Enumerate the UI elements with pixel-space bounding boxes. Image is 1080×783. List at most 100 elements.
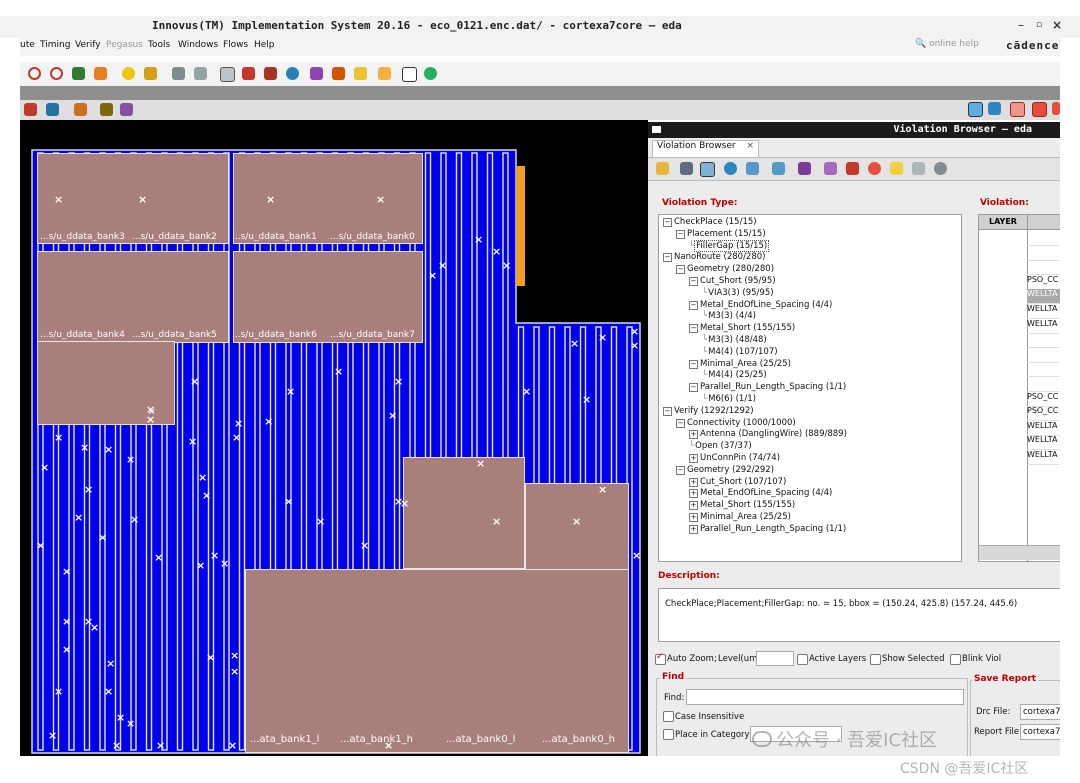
mode-icon[interactable] xyxy=(24,103,37,116)
collapse-icon[interactable]: − xyxy=(676,229,685,239)
search-input[interactable]: online help xyxy=(929,39,979,49)
menu-execute[interactable]: ute xyxy=(20,40,35,50)
report-file-input[interactable]: cortexa7 xyxy=(1020,724,1060,740)
cell-ddata-bank4[interactable] xyxy=(37,251,229,343)
collapse-icon[interactable]: − xyxy=(689,277,698,286)
warning-icon[interactable] xyxy=(890,162,903,175)
move-icon[interactable] xyxy=(74,103,87,116)
violation-marker[interactable]: × xyxy=(220,558,229,569)
violation-marker[interactable]: × xyxy=(112,740,121,751)
violation-marker[interactable]: × xyxy=(376,194,385,205)
menu-verify[interactable]: Verify xyxy=(75,40,101,50)
tree-node[interactable]: └M3(3) (48/48) xyxy=(702,335,767,345)
violation-marker[interactable]: × xyxy=(104,444,113,455)
violation-type-tree[interactable]: − CheckPlace (15/15) − Placement (15/15) └ Fi… xyxy=(658,214,962,562)
violation-marker[interactable]: × xyxy=(126,454,135,465)
expand-icon[interactable]: + xyxy=(689,430,698,440)
online-help-search[interactable]: 🔍 online help xyxy=(915,39,1005,53)
auto-zoom-checkbox[interactable]: ✓ xyxy=(655,652,666,665)
info-icon[interactable] xyxy=(286,67,299,80)
table-row[interactable]: PSO_CC xyxy=(1027,392,1060,407)
cell-block-a[interactable] xyxy=(403,457,525,569)
tree-node[interactable]: + Cut_Short (107/107) xyxy=(689,477,786,487)
tree-node[interactable]: └M6(6) (1/1) xyxy=(702,394,756,404)
collapse-icon[interactable]: − xyxy=(689,300,698,310)
violation-marker[interactable]: × xyxy=(90,622,99,633)
tab-violation-browser[interactable]: Violation Browser × xyxy=(652,140,759,157)
minimize-button[interactable]: – xyxy=(1018,18,1024,32)
delete-icon[interactable] xyxy=(846,162,859,175)
violation-marker[interactable]: × xyxy=(234,418,243,429)
violation-marker[interactable]: × xyxy=(388,410,397,421)
violation-marker[interactable]: × xyxy=(570,338,579,349)
tab-close-icon[interactable]: × xyxy=(746,141,754,151)
edit-wire-icon[interactable] xyxy=(332,67,345,80)
tree-node[interactable]: − CheckPlace (15/15) xyxy=(663,217,757,227)
floorplan-icon[interactable] xyxy=(242,67,255,80)
menu-help[interactable]: Help xyxy=(254,40,275,50)
violation-marker[interactable]: × xyxy=(334,366,343,377)
level-input[interactable] xyxy=(756,651,794,666)
active-layers-checkbox[interactable] xyxy=(797,654,808,665)
expand-icon[interactable]: + xyxy=(689,513,698,522)
violation-marker[interactable]: × xyxy=(582,394,591,405)
show-selected-checkbox[interactable] xyxy=(870,654,881,665)
violation-marker[interactable]: × xyxy=(198,472,207,483)
tree-node[interactable]: − Cut_Short (95/95) xyxy=(689,276,776,286)
violation-marker[interactable]: × xyxy=(598,332,607,343)
expand-icon[interactable]: + xyxy=(689,501,698,511)
column-header-layer[interactable]: LAYER xyxy=(989,217,1017,226)
tree-node[interactable]: − Metal_Short (155/155) xyxy=(689,323,795,334)
violation-marker[interactable]: × xyxy=(232,432,241,443)
violation-marker[interactable]: × xyxy=(62,566,71,577)
tree-node[interactable]: + Metal_EndOfLine_Spacing (4/4) xyxy=(689,488,832,499)
violation-marker[interactable]: × xyxy=(492,246,501,257)
violation-marker[interactable]: × xyxy=(572,516,581,527)
expand-icon[interactable]: + xyxy=(689,454,698,463)
settings-icon[interactable] xyxy=(934,162,947,175)
violation-marker[interactable]: × xyxy=(54,194,63,205)
violation-marker[interactable]: × xyxy=(188,436,197,447)
expand-icon[interactable]: + xyxy=(689,489,698,499)
table-row[interactable] xyxy=(1027,246,1060,261)
grid-icon[interactable] xyxy=(700,162,715,177)
violation-marker[interactable]: × xyxy=(230,650,239,661)
violation-marker[interactable]: × xyxy=(502,260,511,271)
cut-icon[interactable] xyxy=(120,103,133,116)
stop-icon[interactable] xyxy=(868,162,881,175)
tree-node[interactable]: − Connectivity (1000/1000) xyxy=(676,418,796,428)
violation-marker[interactable]: × xyxy=(98,532,107,543)
violation-marker[interactable]: × xyxy=(138,194,147,205)
expand-icon[interactable]: + xyxy=(689,524,698,534)
violation-marker[interactable]: × xyxy=(130,514,139,525)
drc-file-input[interactable]: cortexa7 xyxy=(1020,704,1060,720)
violation-marker[interactable]: × xyxy=(206,652,215,663)
violation-marker[interactable]: × xyxy=(62,644,71,655)
cell-ddata-bank6[interactable] xyxy=(233,251,423,343)
violation-marker[interactable]: × xyxy=(154,552,163,563)
table-row[interactable] xyxy=(1027,377,1060,392)
tree-node[interactable]: − NanoRoute (280/280) xyxy=(663,252,765,263)
collapse-icon[interactable]: − xyxy=(689,324,698,334)
collapse-icon[interactable]: − xyxy=(689,383,698,393)
tree-node[interactable]: └ FillerGap (15/15) xyxy=(689,239,770,252)
table-row[interactable]: WELLTA xyxy=(1027,304,1060,319)
violation-marker[interactable]: × xyxy=(190,376,199,387)
tree-node[interactable]: − Metal_EndOfLine_Spacing (4/4) xyxy=(689,300,832,310)
violation-marker[interactable]: × xyxy=(284,496,293,507)
wire-mode-icon[interactable] xyxy=(46,103,59,116)
tree-node[interactable]: └M4(4) (107/107) xyxy=(702,347,778,357)
violation-marker[interactable]: × xyxy=(84,484,93,495)
violation-marker[interactable]: × xyxy=(522,386,531,397)
load-icon[interactable] xyxy=(680,162,693,175)
collapse-icon[interactable]: − xyxy=(663,253,672,263)
violation-marker[interactable]: × xyxy=(104,686,113,697)
violation-marker[interactable]: × xyxy=(116,712,125,723)
violation-marker[interactable]: × xyxy=(360,540,369,551)
violation-icon[interactable] xyxy=(1010,102,1025,117)
fix-icon[interactable] xyxy=(798,162,811,175)
stretch-icon[interactable] xyxy=(100,103,113,116)
violation-table[interactable]: LAYER PSO_CC WELLTA WELLTA WELLTA PSO_CC PSO_… xyxy=(978,214,1060,562)
violation-marker[interactable]: × xyxy=(476,458,485,469)
collapse-icon[interactable]: − xyxy=(663,406,672,416)
